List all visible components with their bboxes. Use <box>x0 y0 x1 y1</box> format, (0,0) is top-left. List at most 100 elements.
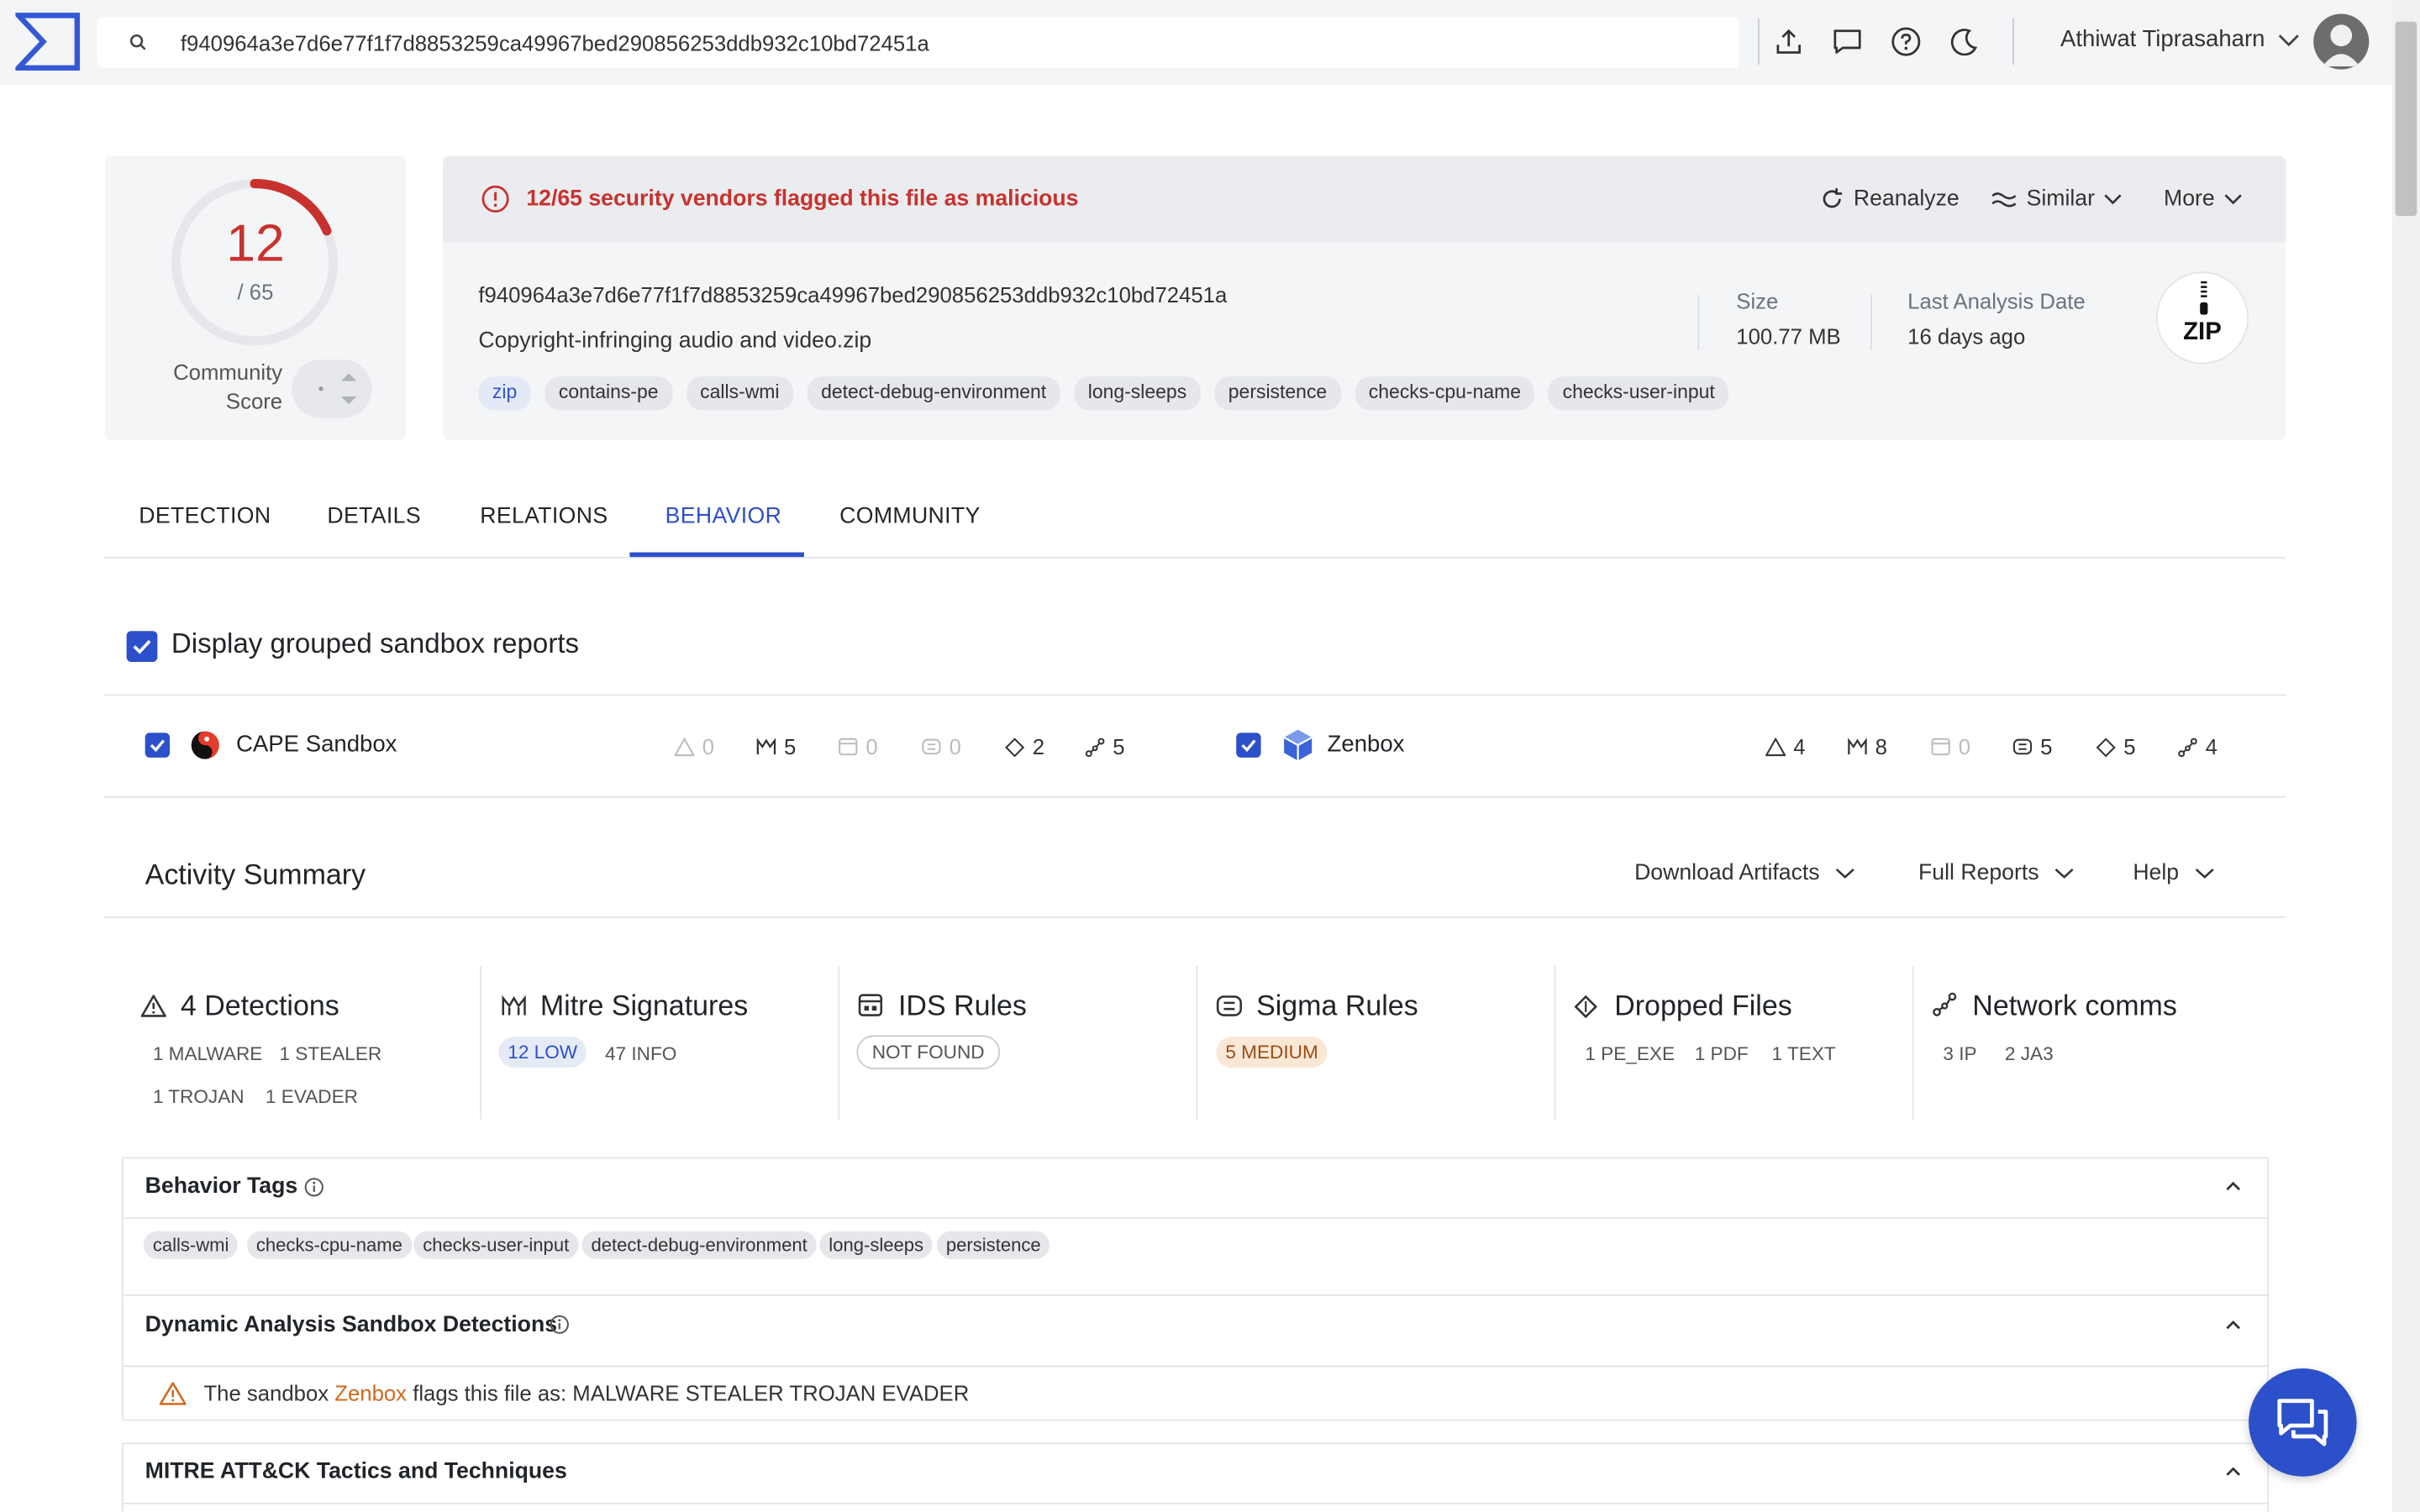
tab-details[interactable]: DETAILS <box>327 505 421 529</box>
chevron-down-icon <box>1835 869 1854 879</box>
behavior-tag[interactable]: checks-cpu-name <box>246 1231 412 1259</box>
chat-support-button[interactable] <box>2249 1368 2357 1477</box>
community-vote-control[interactable] <box>292 359 372 418</box>
chevron-up-icon[interactable] <box>2224 1466 2243 1478</box>
tab-behavior[interactable]: BEHAVIOR <box>666 505 782 529</box>
cape-stat-ids-rules[interactable]: 0 <box>838 734 878 759</box>
detection-pill[interactable]: 1 MALWARE <box>144 1038 272 1069</box>
cape-stat-mitre[interactable]: 5 <box>756 734 796 759</box>
similar-button[interactable]: Similar <box>1991 186 2123 212</box>
zenbox-checkbox[interactable] <box>1236 732 1261 758</box>
network-pill[interactable]: 3 IP <box>1933 1038 1986 1069</box>
cape-sandbox-name[interactable]: CAPE Sandbox <box>236 732 397 758</box>
file-tag[interactable]: checks-cpu-name <box>1355 376 1535 411</box>
avatar[interactable] <box>2313 13 2370 70</box>
dropped-file-pill[interactable]: 1 TEXT <box>1763 1038 1845 1069</box>
dropped-file-pill[interactable]: 1 PDF <box>1686 1038 1758 1069</box>
chevron-down-icon <box>2278 34 2299 46</box>
chevron-up-icon[interactable] <box>2224 1180 2243 1193</box>
virustotal-logo-icon[interactable] <box>15 13 81 71</box>
zenbox-link[interactable]: Zenbox <box>334 1381 407 1405</box>
behavior-tag[interactable]: checks-user-input <box>413 1231 579 1259</box>
ids-card-title: IDS Rules <box>897 989 1027 1021</box>
tab-detection[interactable]: DETECTION <box>139 505 271 529</box>
tab-relations[interactable]: RELATIONS <box>480 505 608 529</box>
chevron-up-icon[interactable] <box>2224 1319 2243 1331</box>
dynamic-analysis-header[interactable]: Dynamic Analysis Sandbox Detections <box>145 1313 557 1337</box>
chat-icon[interactable] <box>1818 24 1877 60</box>
warning-icon <box>140 995 166 1017</box>
full-reports-dropdown[interactable]: Full Reports <box>1918 861 2075 885</box>
file-tag[interactable]: persistence <box>1214 376 1341 411</box>
detection-pill[interactable]: 1 TROJAN <box>144 1082 254 1113</box>
stat-count: 5 <box>2123 734 2136 759</box>
mitre-header[interactable]: MITRE ATT&CK Tactics and Techniques <box>145 1460 567 1484</box>
mitre-low-pill[interactable]: 12 LOW <box>498 1037 587 1068</box>
file-tag[interactable]: detect-debug-environment <box>807 376 1060 411</box>
cape-sandbox-logo-icon <box>191 731 219 759</box>
zenbox-stat-mitre[interactable]: 8 <box>1848 734 1887 759</box>
dropped-file-pill[interactable]: 1 PE_EXE <box>1576 1038 1684 1069</box>
mitre-card-title: Mitre Signatures <box>539 989 749 1021</box>
scrollbar-thumb[interactable] <box>2395 21 2417 217</box>
stat-count: 0 <box>865 734 878 759</box>
tab-community[interactable]: COMMUNITY <box>839 505 981 529</box>
scrollbar-track[interactable] <box>2391 0 2420 1512</box>
help-dropdown[interactable]: Help <box>2133 861 2214 885</box>
user-menu[interactable]: Athiwat Tiprasaharn <box>2060 26 2299 52</box>
behavior-tag[interactable]: persistence <box>936 1231 1050 1259</box>
file-tags: zip contains-pe calls-wmi detect-debug-envi… <box>478 376 1729 411</box>
detection-pill[interactable]: 1 EVADER <box>256 1082 367 1113</box>
ids-rules-icon <box>858 994 883 1016</box>
alert-text: 12/65 security vendors flagged this file… <box>526 186 1079 212</box>
file-name: Copyright-infringing audio and video.zip <box>478 328 872 354</box>
activity-summary-title: Activity Summary <box>145 858 366 890</box>
mitre-info-pill[interactable]: 47 INFO <box>596 1038 686 1069</box>
search-input[interactable]: f940964a3e7d6e77f1f7d8853259ca49967bed29… <box>181 30 929 55</box>
file-hash[interactable]: f940964a3e7d6e77f1f7d8853259ca49967bed29… <box>478 282 1227 307</box>
download-artifacts-dropdown[interactable]: Download Artifacts <box>1634 861 1855 885</box>
file-tag[interactable]: checks-user-input <box>1549 376 1729 411</box>
behavior-tag[interactable]: long-sleeps <box>819 1231 934 1259</box>
divider <box>2012 18 2014 66</box>
cape-stat-warning[interactable]: 0 <box>674 734 714 759</box>
info-icon[interactable] <box>550 1315 570 1335</box>
zenbox-stat-sigma-rules[interactable]: 5 <box>2012 734 2052 759</box>
cape-stat-dropped-files[interactable]: 2 <box>1005 734 1044 759</box>
toolbar-icons <box>1760 24 1994 60</box>
mitre-icon <box>502 995 526 1016</box>
behavior-tag[interactable]: calls-wmi <box>143 1231 239 1259</box>
detection-score: 12 <box>226 214 285 274</box>
info-icon[interactable] <box>304 1177 324 1197</box>
size-value: 100.77 MB <box>1736 323 1841 349</box>
sigma-medium-pill[interactable]: 5 MEDIUM <box>1216 1037 1328 1068</box>
chevron-down-icon <box>2224 194 2242 205</box>
file-tag[interactable]: contains-pe <box>544 376 673 411</box>
detection-pill[interactable]: 1 STEALER <box>270 1038 391 1069</box>
zenbox-name[interactable]: Zenbox <box>1328 732 1405 758</box>
cape-stat-network[interactable]: 5 <box>1085 734 1125 759</box>
dark-mode-icon[interactable] <box>1935 24 1994 60</box>
behavior-tag[interactable]: detect-debug-environment <box>581 1231 817 1259</box>
zenbox-stat-warning[interactable]: 4 <box>1765 734 1806 759</box>
ids-not-found-pill: NOT FOUND <box>856 1035 1000 1069</box>
zenbox-stat-dropped-files[interactable]: 5 <box>2096 734 2136 759</box>
more-button[interactable]: More <box>2164 186 2243 212</box>
help-icon[interactable] <box>1876 24 1935 60</box>
zenbox-stat-network[interactable]: 4 <box>2178 734 2217 759</box>
detection-score-panel: 12 / 65 Community Score <box>104 155 407 440</box>
file-summary-panel: 12/65 security vendors flagged this file… <box>443 155 2286 440</box>
zenbox-stat-ids-rules[interactable]: 0 <box>1931 734 1970 759</box>
upload-icon[interactable] <box>1760 24 1818 60</box>
behavior-tags-header[interactable]: Behavior Tags <box>145 1174 298 1199</box>
cape-stat-sigma-rules[interactable]: 0 <box>922 734 961 759</box>
file-tag[interactable]: long-sleeps <box>1074 376 1201 411</box>
display-grouped-checkbox[interactable] <box>126 631 158 662</box>
network-icon <box>1085 737 1105 757</box>
reanalyze-button[interactable]: Reanalyze <box>1819 186 1960 212</box>
network-pill[interactable]: 2 JA3 <box>1996 1038 2063 1069</box>
search-bar[interactable]: f940964a3e7d6e77f1f7d8853259ca49967bed29… <box>97 17 1739 68</box>
file-tag[interactable]: calls-wmi <box>686 376 794 411</box>
file-tag[interactable]: zip <box>478 376 531 411</box>
cape-sandbox-checkbox[interactable] <box>145 732 171 758</box>
